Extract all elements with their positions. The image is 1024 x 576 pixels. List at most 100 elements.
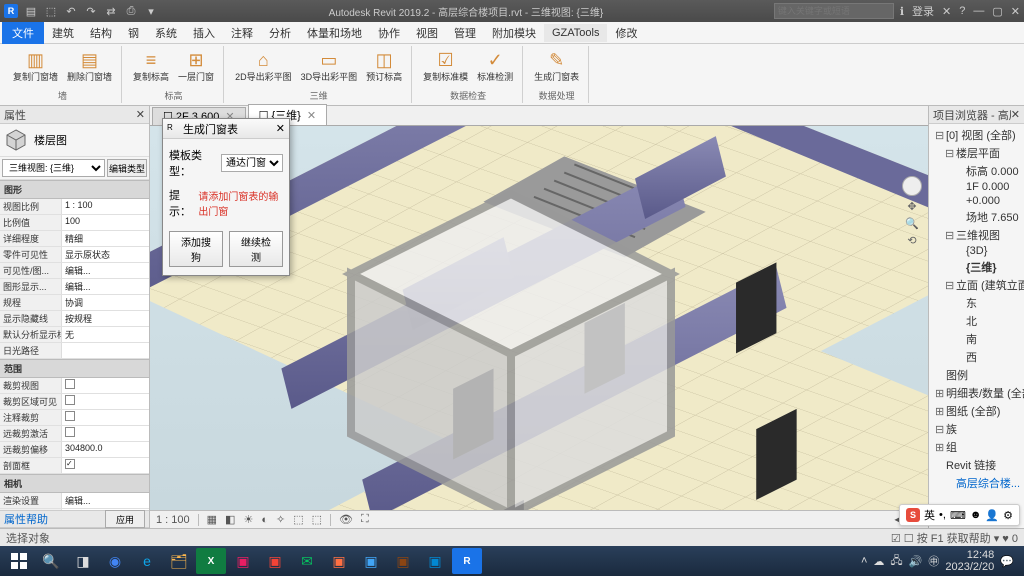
ribbon-button[interactable]: ≡复制标高 — [130, 46, 172, 85]
menu-item[interactable]: 钢 — [120, 22, 147, 44]
scale-label[interactable]: 1 : 100 — [154, 514, 192, 526]
login-link[interactable]: 登录 — [912, 3, 934, 19]
property-value[interactable]: 304800.0 — [62, 442, 149, 457]
property-row[interactable]: 裁剪区域可见 — [0, 394, 149, 410]
property-value[interactable]: 无 — [62, 327, 149, 342]
search-icon[interactable]: 🔍 — [36, 548, 66, 574]
qat-redo-icon[interactable]: ↷ — [84, 4, 98, 18]
property-row[interactable]: 默认分析显示样式无 — [0, 327, 149, 343]
property-row[interactable]: 日光路径 — [0, 343, 149, 359]
chrome-icon[interactable]: ◉ — [100, 548, 130, 574]
ribbon-button[interactable]: ⌂2D导出彩平图 — [232, 46, 295, 85]
property-value[interactable]: 编辑... — [62, 263, 149, 278]
ribbon-button[interactable]: ◫预订标高 — [363, 46, 405, 85]
tree-item[interactable]: {3D} — [931, 244, 1022, 258]
app-icon[interactable]: ▣ — [356, 548, 386, 574]
panel-close-icon[interactable]: ✕ — [1011, 108, 1020, 121]
tree-item[interactable]: 高层综合楼... — [931, 474, 1022, 492]
minimize-icon[interactable]: — — [973, 5, 984, 17]
property-value[interactable]: 按规程 — [62, 311, 149, 326]
orbit-icon[interactable]: ⟲ — [907, 234, 916, 247]
checkbox[interactable] — [65, 427, 75, 437]
tree-item[interactable]: 场地 7.650 — [931, 208, 1022, 226]
tree-toggle-icon[interactable]: ⊟ — [935, 423, 944, 436]
wechat-icon[interactable]: ✉ — [292, 548, 322, 574]
property-row[interactable]: 规程协调 — [0, 295, 149, 311]
property-value[interactable] — [62, 410, 149, 425]
system-tray[interactable]: ˄ ☁ 🖧 🔊 ㊥ 12:48 2023/2/20 💬 — [855, 549, 1020, 573]
qat-print-icon[interactable]: ⎙ — [124, 4, 138, 18]
visual-style-icon[interactable]: ◧ — [223, 513, 237, 526]
property-row[interactable]: 显示隐藏线按规程 — [0, 311, 149, 327]
tree-toggle-icon[interactable]: ⊟ — [945, 147, 954, 160]
property-value[interactable] — [62, 458, 149, 473]
checkbox[interactable] — [65, 411, 75, 421]
property-row[interactable]: 可见性/图...编辑... — [0, 263, 149, 279]
tree-item[interactable]: 北 — [931, 312, 1022, 330]
info-icon[interactable]: ℹ — [900, 5, 904, 18]
property-value[interactable]: 协调 — [62, 295, 149, 310]
ime-tray-icon[interactable]: ㊥ — [928, 553, 939, 569]
property-row[interactable]: 渲染设置编辑... — [0, 493, 149, 509]
crop-show-icon[interactable]: ⬚ — [310, 513, 324, 526]
dialog-titlebar[interactable]: R生成门窗表 ✕ — [163, 119, 289, 139]
ime-user-icon[interactable]: 👤 — [985, 509, 999, 522]
tree-item[interactable]: 标高 0.000 — [931, 162, 1022, 180]
property-row[interactable]: 远裁剪偏移304800.0 — [0, 442, 149, 458]
menu-item[interactable]: 协作 — [370, 22, 408, 44]
nav-bar[interactable]: ✥ 🔍 ⟲ — [902, 176, 922, 247]
property-value[interactable] — [62, 426, 149, 441]
menu-item[interactable]: 结构 — [82, 22, 120, 44]
property-row[interactable]: 比例值100 — [0, 215, 149, 231]
property-row[interactable]: 裁剪视图 — [0, 378, 149, 394]
tree-item[interactable]: ⊟立面 (建筑立面) — [931, 276, 1022, 294]
volume-icon[interactable]: 🔊 — [909, 555, 923, 568]
menu-item[interactable]: 系统 — [147, 22, 185, 44]
tree-toggle-icon[interactable]: ⊞ — [935, 441, 944, 454]
app-icon[interactable]: ▣ — [388, 548, 418, 574]
menu-item[interactable]: 注释 — [223, 22, 261, 44]
ime-punct-icon[interactable]: •, — [939, 509, 946, 521]
app-icon[interactable]: ▣ — [420, 548, 450, 574]
property-value[interactable]: 显示原状态 — [62, 247, 149, 262]
panel-close-icon[interactable]: ✕ — [136, 108, 145, 121]
property-value[interactable] — [62, 343, 149, 358]
property-row[interactable]: 视图比例1 : 100 — [0, 199, 149, 215]
tree-item[interactable]: +0.000 — [931, 194, 1022, 208]
tree-item[interactable]: 1F 0.000 — [931, 180, 1022, 194]
edit-type-button[interactable]: 编辑类型 — [107, 159, 147, 177]
tree-item[interactable]: 图例 — [931, 366, 1022, 384]
menu-item[interactable]: 体量和场地 — [299, 22, 370, 44]
apply-button[interactable]: 应用 — [105, 510, 145, 528]
properties-help-link[interactable]: 属性帮助 — [4, 511, 48, 527]
hide-isolate-icon[interactable]: 👁 — [337, 513, 355, 526]
tree-toggle-icon[interactable]: ⊞ — [935, 387, 944, 400]
tree-item[interactable]: 西 — [931, 348, 1022, 366]
checkbox[interactable] — [65, 379, 75, 389]
property-section-header[interactable]: 范围 — [0, 359, 149, 378]
maximize-icon[interactable]: ▢ — [992, 5, 1002, 18]
property-section-header[interactable]: 图形 — [0, 180, 149, 199]
task-view-icon[interactable]: ◨ — [68, 548, 98, 574]
qat-undo-icon[interactable]: ↶ — [64, 4, 78, 18]
property-value[interactable] — [62, 378, 149, 393]
qat-more-icon[interactable]: ▾ — [144, 4, 158, 18]
property-value[interactable]: 1 : 100 — [62, 199, 149, 214]
property-value[interactable] — [62, 394, 149, 409]
menu-file[interactable]: 文件 — [2, 22, 44, 44]
qat-nav-icon[interactable]: ⇄ — [104, 4, 118, 18]
tree-toggle-icon[interactable]: ⊟ — [945, 279, 954, 292]
property-value[interactable]: 精细 — [62, 231, 149, 246]
app-icon[interactable]: ▣ — [228, 548, 258, 574]
app-icon[interactable]: ▣ — [260, 548, 290, 574]
sun-path-icon[interactable]: ☀ — [241, 513, 255, 526]
property-row[interactable]: 零件可见性显示原状态 — [0, 247, 149, 263]
menu-item[interactable]: 分析 — [261, 22, 299, 44]
ribbon-button[interactable]: ▤删除门窗墙 — [64, 46, 115, 85]
edge-icon[interactable]: e — [132, 548, 162, 574]
help-search-input[interactable] — [774, 3, 894, 19]
detail-level-icon[interactable]: ▦ — [205, 513, 219, 526]
dialog-ok-button[interactable]: 添加搜狗 — [169, 231, 223, 267]
explorer-icon[interactable]: 🗂 — [164, 548, 194, 574]
ribbon-button[interactable]: ✓标准检测 — [474, 46, 516, 85]
